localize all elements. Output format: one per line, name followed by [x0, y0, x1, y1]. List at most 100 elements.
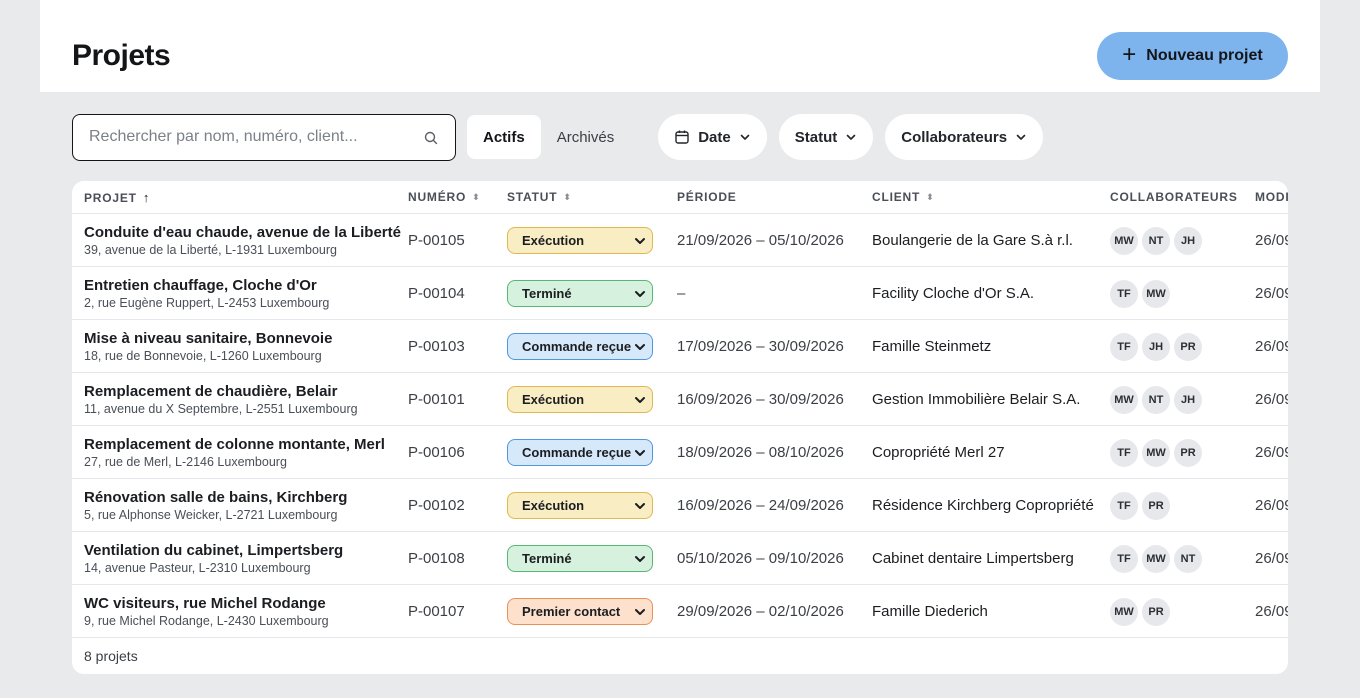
filter-status-label: Statut	[794, 128, 838, 146]
page-header: Projets + Nouveau projet	[40, 0, 1320, 92]
project-name[interactable]: Remplacement de colonne montante, Merl	[84, 436, 385, 453]
column-project[interactable]: PROJET ↑	[84, 190, 150, 205]
project-name[interactable]: Entretien chauffage, Cloche d'Or	[84, 277, 317, 294]
column-number[interactable]: NUMÉRO ⬍	[408, 190, 480, 204]
status-select[interactable]: Premier contact	[507, 598, 653, 625]
plus-icon: +	[1122, 41, 1137, 68]
project-name[interactable]: Rénovation salle de bains, Kirchberg	[84, 489, 347, 506]
table-row[interactable]: Remplacement de colonne montante, Merl 27…	[72, 426, 1288, 479]
avatar[interactable]: NT	[1174, 545, 1202, 573]
status-label: Exécution	[522, 498, 585, 513]
project-modified: 26/09	[1255, 285, 1288, 302]
table-row[interactable]: Conduite d'eau chaude, avenue de la Libe…	[72, 214, 1288, 267]
status-select[interactable]: Exécution	[507, 227, 653, 254]
project-address: 14, avenue Pasteur, L-2310 Luxembourg	[84, 561, 311, 575]
status-select[interactable]: Terminé	[507, 545, 653, 572]
tab-archives[interactable]: Archivés	[541, 115, 631, 159]
project-number: P-00102	[408, 497, 465, 514]
project-period: 16/09/2026 – 24/09/2026	[677, 497, 844, 514]
avatar[interactable]: MW	[1110, 598, 1138, 626]
project-period: 05/10/2026 – 09/10/2026	[677, 550, 844, 567]
project-client: Famille Diederich	[872, 603, 988, 620]
project-modified: 26/09	[1255, 497, 1288, 514]
archive-toggle: Actifs Archivés	[467, 115, 630, 159]
project-address: 11, avenue du X Septembre, L-2551 Luxemb…	[84, 402, 358, 416]
table-row[interactable]: Ventilation du cabinet, Limpertsberg 14, …	[72, 532, 1288, 585]
avatar[interactable]: JH	[1174, 227, 1202, 255]
table-row[interactable]: Rénovation salle de bains, Kirchberg 5, r…	[72, 479, 1288, 532]
project-client: Gestion Immobilière Belair S.A.	[872, 391, 1081, 408]
chevron-down-icon	[635, 238, 645, 244]
status-select[interactable]: Commande reçue	[507, 439, 653, 466]
sort-icon: ⬍	[472, 191, 481, 202]
project-name[interactable]: Ventilation du cabinet, Limpertsberg	[84, 542, 343, 559]
filter-status[interactable]: Statut	[778, 114, 874, 160]
avatar[interactable]: MW	[1110, 386, 1138, 414]
avatar[interactable]: NT	[1142, 386, 1170, 414]
column-status[interactable]: STATUT ⬍	[507, 190, 572, 204]
avatar[interactable]: JH	[1174, 386, 1202, 414]
filter-date-label: Date	[698, 128, 731, 146]
table-row[interactable]: WC visiteurs, rue Michel Rodange 9, rue M…	[72, 585, 1288, 638]
filter-collaborators[interactable]: Collaborateurs	[885, 114, 1044, 160]
page-title: Projets	[72, 39, 171, 72]
project-address: 27, rue de Merl, L-2146 Luxembourg	[84, 455, 287, 469]
status-label: Terminé	[522, 286, 572, 301]
avatar[interactable]: MW	[1142, 545, 1170, 573]
project-name[interactable]: Remplacement de chaudière, Belair	[84, 383, 337, 400]
column-status-label: STATUT	[507, 190, 558, 204]
status-select[interactable]: Exécution	[507, 492, 653, 519]
new-project-button[interactable]: + Nouveau projet	[1097, 32, 1288, 80]
project-name[interactable]: WC visiteurs, rue Michel Rodange	[84, 595, 326, 612]
column-client-label: CLIENT	[872, 190, 921, 204]
table-row[interactable]: Entretien chauffage, Cloche d'Or 2, rue E…	[72, 267, 1288, 320]
table-header: PROJET ↑ NUMÉRO ⬍ STATUT ⬍ PÉRIODE CLIEN…	[72, 181, 1288, 214]
filter-date[interactable]: Date	[658, 114, 767, 160]
status-label: Premier contact	[522, 604, 621, 619]
chevron-down-icon	[635, 344, 645, 350]
project-period: 17/09/2026 – 30/09/2026	[677, 338, 844, 355]
avatar[interactable]: PR	[1174, 439, 1202, 467]
chevron-down-icon	[635, 503, 645, 509]
avatar[interactable]: JH	[1142, 333, 1170, 361]
status-select[interactable]: Commande reçue	[507, 333, 653, 360]
search-input[interactable]	[89, 128, 419, 146]
project-modified: 26/09	[1255, 338, 1288, 355]
avatar[interactable]: NT	[1142, 227, 1170, 255]
arrow-up-icon: ↑	[142, 190, 151, 205]
collaborator-list: TF MW PR	[1110, 439, 1202, 467]
avatar[interactable]: TF	[1110, 439, 1138, 467]
avatar[interactable]: PR	[1142, 598, 1170, 626]
avatar[interactable]: TF	[1110, 280, 1138, 308]
avatar[interactable]: MW	[1110, 227, 1138, 255]
search-icon[interactable]	[423, 130, 439, 146]
tab-actifs[interactable]: Actifs	[467, 115, 541, 159]
sort-icon: ⬍	[563, 191, 572, 202]
avatar[interactable]: PR	[1142, 492, 1170, 520]
status-select[interactable]: Exécution	[507, 386, 653, 413]
status-label: Exécution	[522, 392, 585, 407]
avatar[interactable]: TF	[1110, 492, 1138, 520]
avatar[interactable]: MW	[1142, 280, 1170, 308]
column-client[interactable]: CLIENT ⬍	[872, 190, 934, 204]
chevron-down-icon	[846, 134, 856, 140]
table-row[interactable]: Remplacement de chaudière, Belair 11, ave…	[72, 373, 1288, 426]
collaborator-list: MW NT JH	[1110, 227, 1202, 255]
column-collaborators-label: COLLABORATEURS	[1110, 190, 1238, 204]
avatar[interactable]: MW	[1142, 439, 1170, 467]
table-row[interactable]: Mise à niveau sanitaire, Bonnevoie 18, ru…	[72, 320, 1288, 373]
project-client: Résidence Kirchberg Copropriété	[872, 497, 1094, 514]
status-label: Terminé	[522, 551, 572, 566]
status-select[interactable]: Terminé	[507, 280, 653, 307]
column-modified[interactable]: MODI	[1255, 190, 1288, 204]
column-collaborators: COLLABORATEURS	[1110, 190, 1238, 204]
project-name[interactable]: Mise à niveau sanitaire, Bonnevoie	[84, 330, 332, 347]
avatar[interactable]: TF	[1110, 333, 1138, 361]
collaborator-list: MW NT JH	[1110, 386, 1202, 414]
avatar[interactable]: TF	[1110, 545, 1138, 573]
chevron-down-icon	[635, 556, 645, 562]
project-period: –	[677, 285, 686, 302]
project-name[interactable]: Conduite d'eau chaude, avenue de la Libe…	[84, 224, 401, 241]
avatar[interactable]: PR	[1174, 333, 1202, 361]
chevron-down-icon	[635, 609, 645, 615]
